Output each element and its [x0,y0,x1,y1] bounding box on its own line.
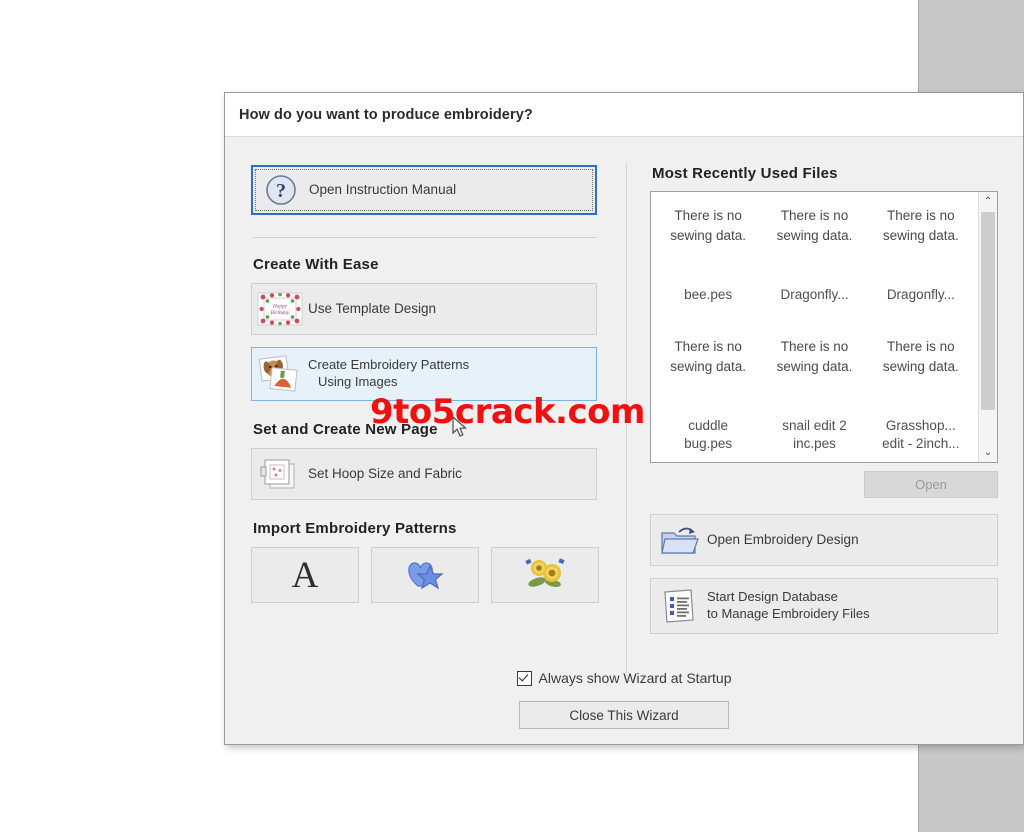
checkbox-icon[interactable] [516,670,532,686]
letter-a-icon: A [291,554,319,596]
heart-star-icon [404,556,446,595]
import-text-button[interactable]: A [251,547,359,603]
dialog-header: How do you want to produce embroidery? [225,93,1023,137]
dialog-body: ? Open Instruction Manual Create With Ea… [225,137,1023,745]
mru-preview-text: There is no sewing data. [882,339,959,374]
set-hoop-size-and-fabric-button[interactable]: Set Hoop Size and Fabric [251,448,597,500]
question-mark-icon: ? [253,173,309,207]
mru-grid: There is no sewing data. bee.pes There i… [651,192,978,462]
open-button-row: Open [650,471,998,498]
dialog-footer: Always show Wizard at Startup Close This… [225,670,1023,729]
page-title: How do you want to produce embroidery? [239,106,533,123]
always-show-wizard-label: Always show Wizard at Startup [538,670,732,686]
mru-preview-text: There is no sewing data. [882,208,959,243]
open-folder-icon [651,523,707,557]
sunflower-icon [523,556,567,595]
scroll-down-icon[interactable]: ⌄ [979,443,997,462]
create-patterns-label: Create Embroidery Patterns Using Images [308,357,469,391]
open-instruction-manual-label: Open Instruction Manual [309,181,457,197]
set-create-new-page-heading: Set and Create New Page [253,421,438,438]
mru-preview-text: There is no sewing data. [670,208,747,243]
start-design-database-button[interactable]: Start Design Database to Manage Embroide… [650,578,998,634]
list-item[interactable]: There is no sewing data. Dragonfly... [868,200,974,331]
list-item[interactable]: There is no sewing data. cuddle bug.pes [655,331,761,462]
create-with-ease-heading: Create With Ease [253,256,379,273]
mru-file-name: Dragonfly... [780,287,849,302]
photo-stack-icon [252,355,308,393]
screen: How do you want to produce embroidery? ?… [0,0,1024,832]
template-design-icon: Happy Birthday [252,292,308,326]
most-recently-used-files-heading: Most Recently Used Files [652,165,838,182]
left-panel: ? Open Instruction Manual Create With Ea… [225,137,624,745]
always-show-wizard-checkbox[interactable]: Always show Wizard at Startup [516,670,732,686]
scroll-up-icon[interactable]: ⌃ [979,192,997,211]
mru-file-name: Dragonfly... [886,287,955,302]
mru-preview-text: There is no sewing data. [776,339,853,374]
scrollbar-track[interactable] [979,211,997,443]
mru-preview-text: There is no sewing data. [670,339,747,374]
use-template-design-label: Use Template Design [308,300,437,316]
import-buttons-row: A [251,547,624,603]
close-this-wizard-button[interactable]: Close This Wizard [519,701,729,729]
mru-file-name: cuddle bug.pes [684,418,733,452]
mru-file-name: Grasshop... edit - 2inch... [882,418,960,452]
use-template-design-button[interactable]: Happy Birthday Use Template Design [251,283,597,335]
import-patterns-heading: Import Embroidery Patterns [253,520,457,537]
start-design-database-label: Start Design Database to Manage Embroide… [707,589,870,623]
open-embroidery-design-label: Open Embroidery Design [707,531,859,547]
mru-scrollbar[interactable]: ⌃ ⌄ [978,192,997,462]
svg-text:Happy: Happy [272,304,288,310]
list-item[interactable]: There is no sewing data. Grasshop... edi… [868,331,974,462]
create-patterns-using-images-button[interactable]: Create Embroidery Patterns Using Images [251,347,597,401]
most-recently-used-files-list: There is no sewing data. bee.pes There i… [650,191,998,463]
mru-preview-text: There is no sewing data. [776,208,853,243]
create-patterns-line1: Create Embroidery Patterns [308,357,470,373]
section-separator [253,237,597,238]
database-line2: to Manage Embroidery Files [707,606,870,621]
list-item[interactable]: There is no sewing data. bee.pes [655,200,761,331]
list-item[interactable]: There is no sewing data. snail edit 2 in… [761,331,867,462]
svg-text:Birthday: Birthday [271,310,290,316]
mru-file-name: snail edit 2 inc.pes [782,418,847,452]
mru-file-name: bee.pes [684,287,733,302]
hoop-fabric-icon [252,457,308,491]
right-panel: Most Recently Used Files There is no sew… [624,137,1023,745]
svg-text:?: ? [276,180,286,202]
open-embroidery-design-button[interactable]: Open Embroidery Design [650,514,998,566]
database-line1: Start Design Database [707,589,838,605]
open-instruction-manual-button[interactable]: ? Open Instruction Manual [251,165,597,215]
embroidery-wizard-dialog: How do you want to produce embroidery? ?… [224,92,1024,745]
scrollbar-thumb[interactable] [981,212,995,410]
list-item[interactable]: There is no sewing data. Dragonfly... [761,200,867,331]
import-photo-button[interactable] [491,547,599,603]
create-patterns-line2: Using Images [318,374,398,389]
database-list-icon [651,588,707,624]
open-button[interactable]: Open [864,471,998,498]
set-hoop-size-label: Set Hoop Size and Fabric [308,465,462,481]
import-shape-button[interactable] [371,547,479,603]
